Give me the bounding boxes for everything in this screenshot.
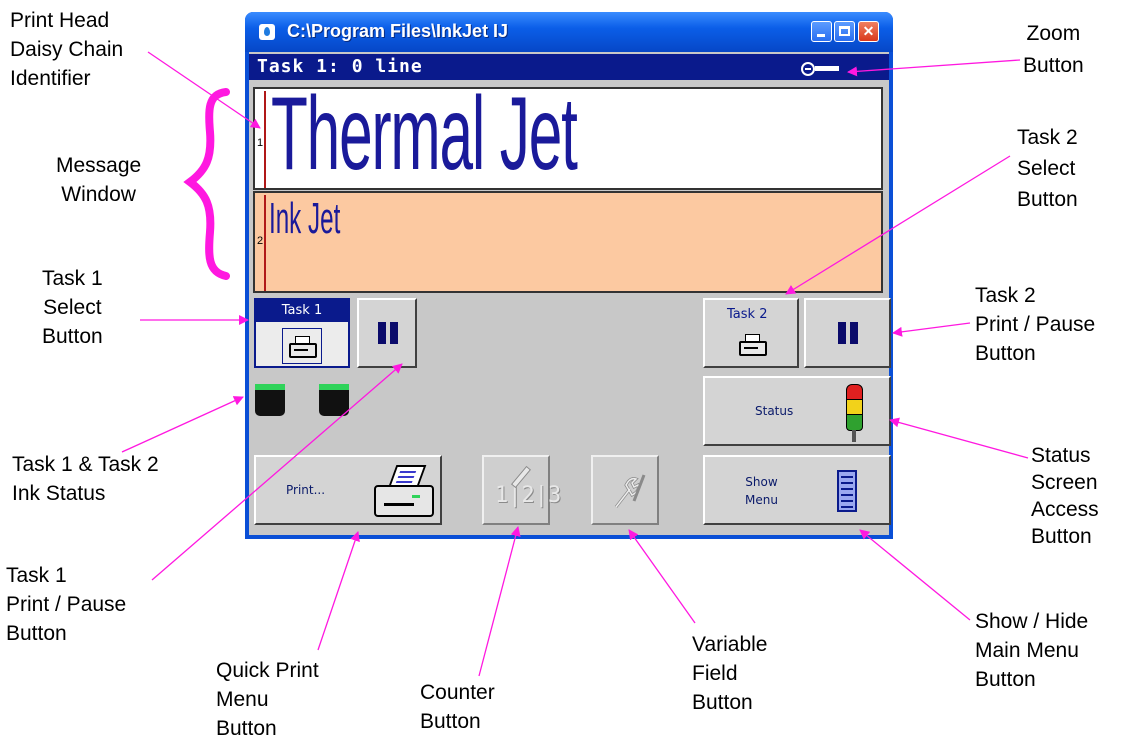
task2-select-button[interactable]: Task 2 (703, 298, 799, 368)
print-head-id-2: 2 (257, 235, 264, 247)
status-arrow (889, 417, 1029, 459)
annotation-print-head: Print Head Daisy Chain Identifier (10, 9, 124, 90)
inkjet-window: C:\Program Files\InkJet IJ ✕ Task 1: 0 l… (245, 12, 893, 539)
traffic-light-icon (845, 384, 864, 442)
task2-pause-arrow (892, 322, 971, 337)
task2-ink-status-icon (319, 384, 349, 416)
message-line-2[interactable]: 2 Ink Jet (253, 191, 883, 293)
print-head-marker (264, 91, 266, 188)
message-window-brace (183, 88, 230, 280)
status-label: Status (755, 404, 794, 418)
minimize-icon (817, 34, 825, 37)
window-title: C:\Program Files\InkJet IJ (287, 21, 509, 41)
inkjet-app-icon (259, 24, 275, 40)
show-menu-label: Show Menu (745, 475, 778, 507)
counter-arrow (478, 526, 521, 677)
task2-print-pause-button[interactable] (804, 298, 891, 368)
printer-icon (374, 465, 434, 517)
client-area: Task 1: 0 line 1 Thermal Jet 2 Ink Jet T… (249, 52, 891, 535)
print-head-id-1: 1 (257, 137, 264, 149)
title-bar[interactable]: C:\Program Files\InkJet IJ ✕ (245, 12, 893, 52)
status-button[interactable]: Status (703, 376, 891, 446)
annotation-status-screen: Status Screen Access Button (1031, 444, 1099, 548)
message-text-2: Ink Jet (269, 194, 341, 243)
annotation-task1-print-pause: Task 1 Print / Pause Button (6, 564, 127, 645)
annotation-show-hide-menu: Show / Hide Main Menu Button (975, 610, 1089, 691)
ink-status-arrow (121, 396, 244, 453)
close-icon: ✕ (862, 23, 875, 39)
task2-label: Task 2 (727, 307, 768, 322)
annotation-counter: Counter Button (420, 681, 495, 733)
printer-icon (289, 336, 317, 358)
annotation-task2-print-pause: Task 2 Print / Pause Button (975, 284, 1096, 365)
annotation-message-window: Message Window (56, 154, 142, 206)
wrench-pencil-icon (614, 474, 646, 508)
printer-icon (739, 334, 767, 356)
counter-icon: 1|2|3 (495, 483, 562, 508)
task-title: Task 1: 0 line (257, 56, 423, 77)
print-head-arrow (147, 51, 261, 129)
variable-field-button[interactable] (591, 455, 659, 525)
message-text-1: Thermal Jet (271, 76, 578, 192)
task1-label: Task 1 (256, 300, 348, 322)
quick-print-arrow (317, 531, 360, 651)
minimize-button[interactable] (811, 21, 832, 42)
annotation-zoom: Zoom Button (1023, 22, 1084, 77)
zoom-button[interactable] (801, 62, 839, 76)
show-menu-arrow (859, 529, 971, 621)
maximize-icon (839, 26, 850, 36)
message-line-1[interactable]: 1 Thermal Jet (253, 76, 883, 192)
close-button[interactable]: ✕ (858, 21, 879, 42)
zoom-icon (801, 62, 815, 76)
quick-print-menu-button[interactable]: Print... (254, 455, 442, 525)
annotation-task1-select: Task 1 Select Button (42, 267, 103, 348)
menu-list-icon (837, 470, 857, 512)
task1-print-pause-button[interactable] (357, 298, 417, 368)
print-label: Print... (286, 483, 326, 497)
annotation-ink-status: Task 1 & Task 2 Ink Status (12, 453, 159, 505)
variable-field-arrow (628, 529, 696, 624)
annotation-variable-field: Variable Field Button (692, 633, 768, 714)
print-head-marker (264, 195, 266, 291)
annotation-quick-print: Quick Print Menu Button (216, 659, 319, 740)
show-hide-menu-button[interactable]: Show Menu (703, 455, 891, 525)
task1-ink-status-icon (255, 384, 285, 416)
zoom-slider-icon (815, 66, 839, 71)
annotation-task2-select: Task 2 Select Button (1017, 126, 1078, 211)
task1-printer-frame (282, 328, 322, 364)
pause-icon (838, 322, 846, 344)
task1-select-button[interactable]: Task 1 (254, 298, 350, 368)
counter-button[interactable]: 1|2|3 (482, 455, 561, 525)
maximize-button[interactable] (834, 21, 855, 42)
pause-icon (378, 322, 386, 344)
